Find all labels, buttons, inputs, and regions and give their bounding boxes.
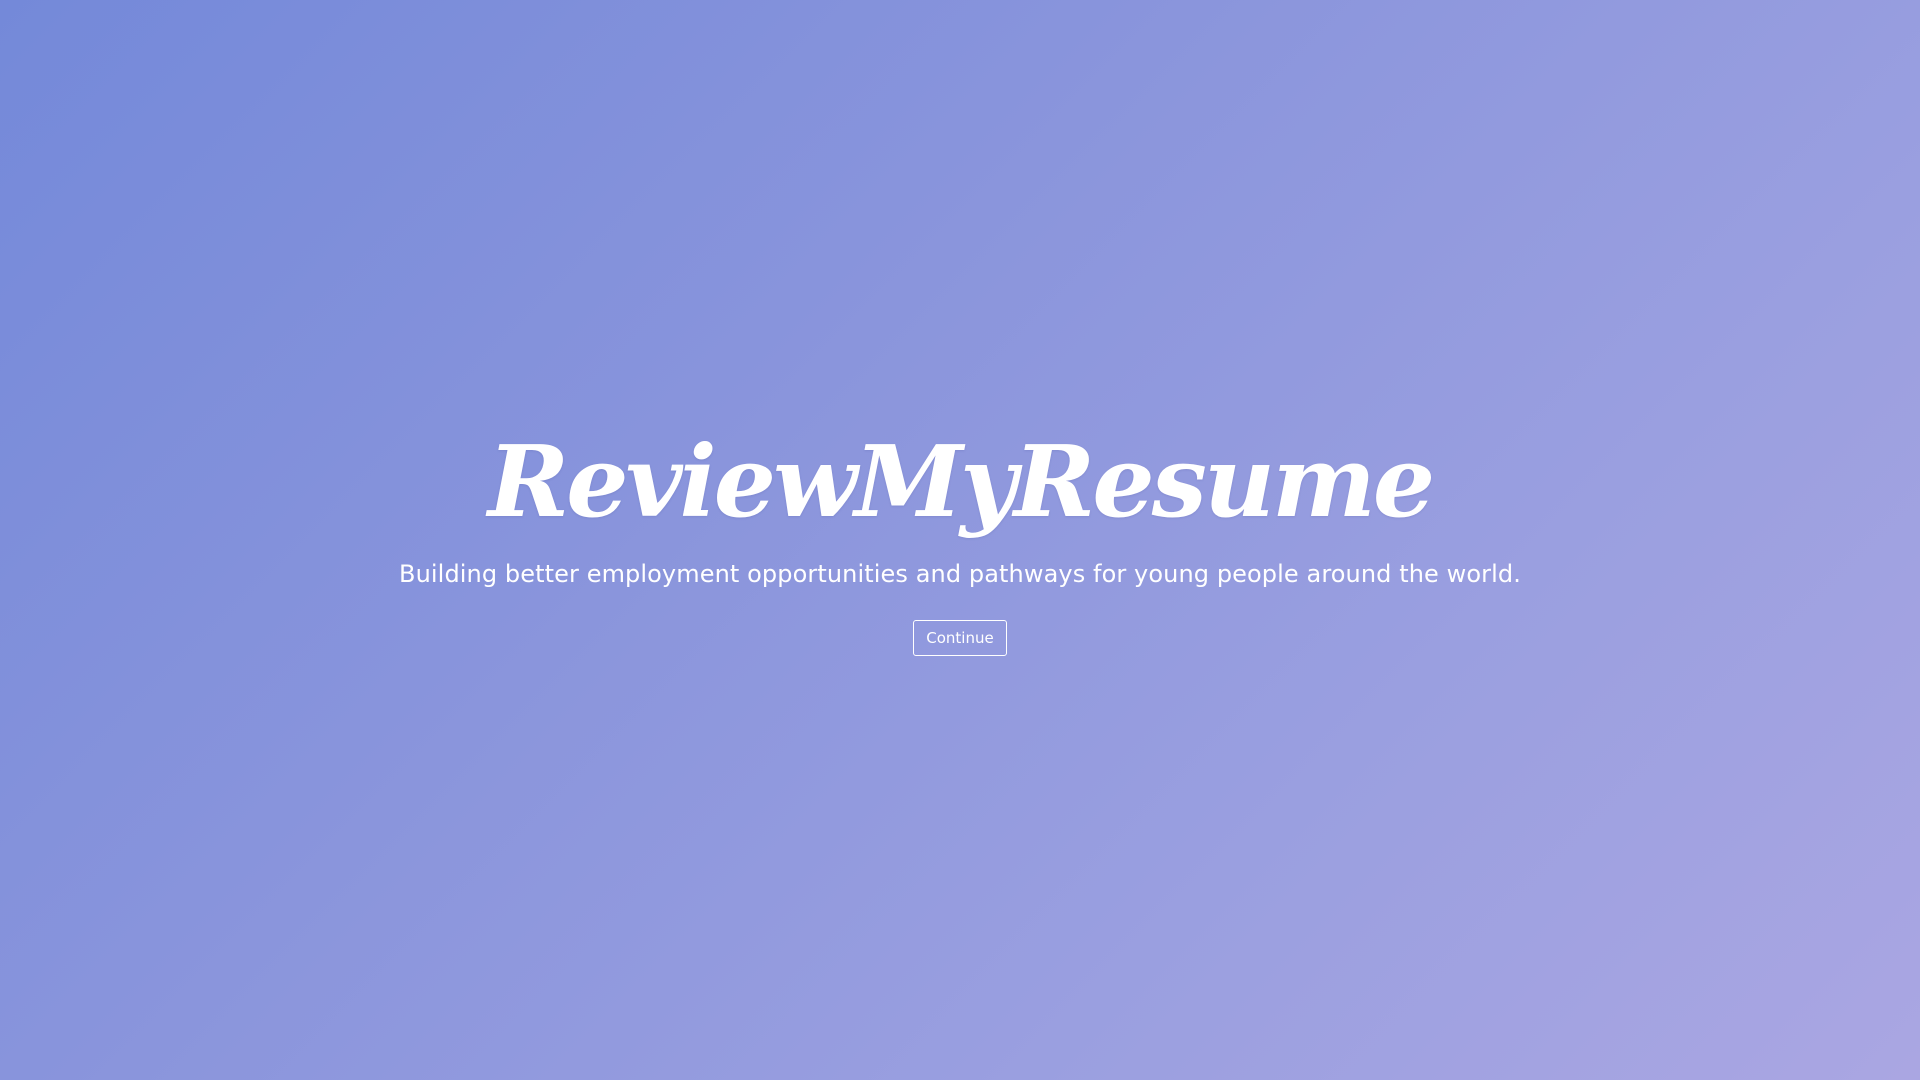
continue-button[interactable]: Continue bbox=[913, 620, 1007, 656]
brand-title: ReviewMyResume bbox=[487, 425, 1435, 540]
tagline: Building better employment opportunities… bbox=[399, 560, 1521, 588]
hero-section: ReviewMyResume Building better employmen… bbox=[0, 0, 1920, 1080]
